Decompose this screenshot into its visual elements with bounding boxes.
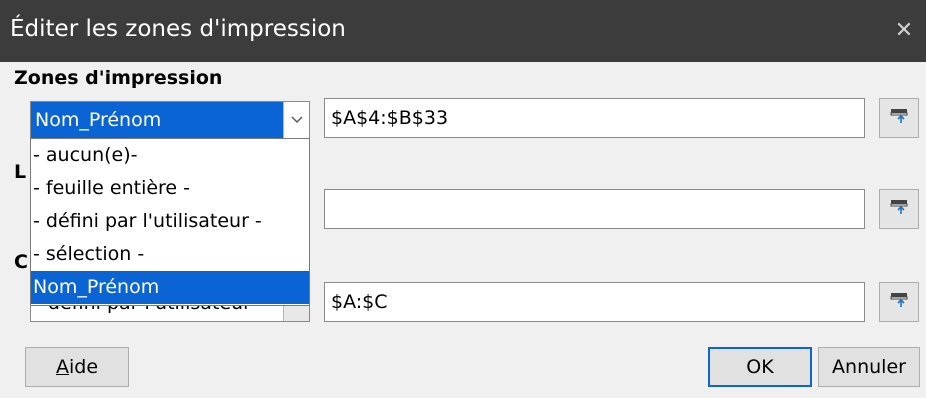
close-icon[interactable]: ✕ xyxy=(882,0,926,62)
print-ranges-heading: Zones d'impression xyxy=(14,67,223,89)
help-button[interactable]: Aide xyxy=(25,347,129,387)
ok-button-label: OK xyxy=(746,356,774,378)
rows-repeat-input[interactable] xyxy=(324,189,865,229)
title-bar: Éditer les zones d'impression ✕ xyxy=(0,0,926,62)
rows-repeat-heading: L xyxy=(14,161,27,183)
dialog-title: Éditer les zones d'impression xyxy=(10,16,346,42)
print-range-combo[interactable]: Nom_Prénom xyxy=(30,101,310,139)
rows-repeat-shrink-button[interactable] xyxy=(879,189,919,229)
columns-repeat-heading: C xyxy=(14,251,28,273)
cancel-button[interactable]: Annuler xyxy=(818,347,920,387)
ok-button[interactable]: OK xyxy=(708,347,812,387)
dropdown-option[interactable]: - sélection - xyxy=(31,238,309,271)
dropdown-option[interactable]: - défini par l'utilisateur - xyxy=(31,205,309,238)
chevron-down-icon[interactable] xyxy=(283,102,309,138)
help-button-label: Aide xyxy=(55,356,99,378)
shrink-icon xyxy=(890,198,908,220)
shrink-icon xyxy=(890,291,908,313)
cancel-button-label: Annuler xyxy=(832,356,906,378)
columns-repeat-input[interactable]: $A:$C xyxy=(324,282,865,322)
dropdown-option-selected[interactable]: Nom_Prénom xyxy=(31,271,309,304)
dropdown-option[interactable]: - feuille entière - xyxy=(31,172,309,205)
columns-repeat-shrink-button[interactable] xyxy=(879,282,919,322)
print-range-selected: Nom_Prénom xyxy=(31,102,283,138)
print-range-shrink-button[interactable] xyxy=(879,98,919,138)
shrink-icon xyxy=(890,107,908,129)
dropdown-option[interactable]: - aucun(e)- xyxy=(31,139,309,172)
print-range-dropdown: - aucun(e)- - feuille entière - - défini… xyxy=(30,138,310,306)
print-range-input[interactable]: $A$4:$B$33 xyxy=(324,98,865,138)
